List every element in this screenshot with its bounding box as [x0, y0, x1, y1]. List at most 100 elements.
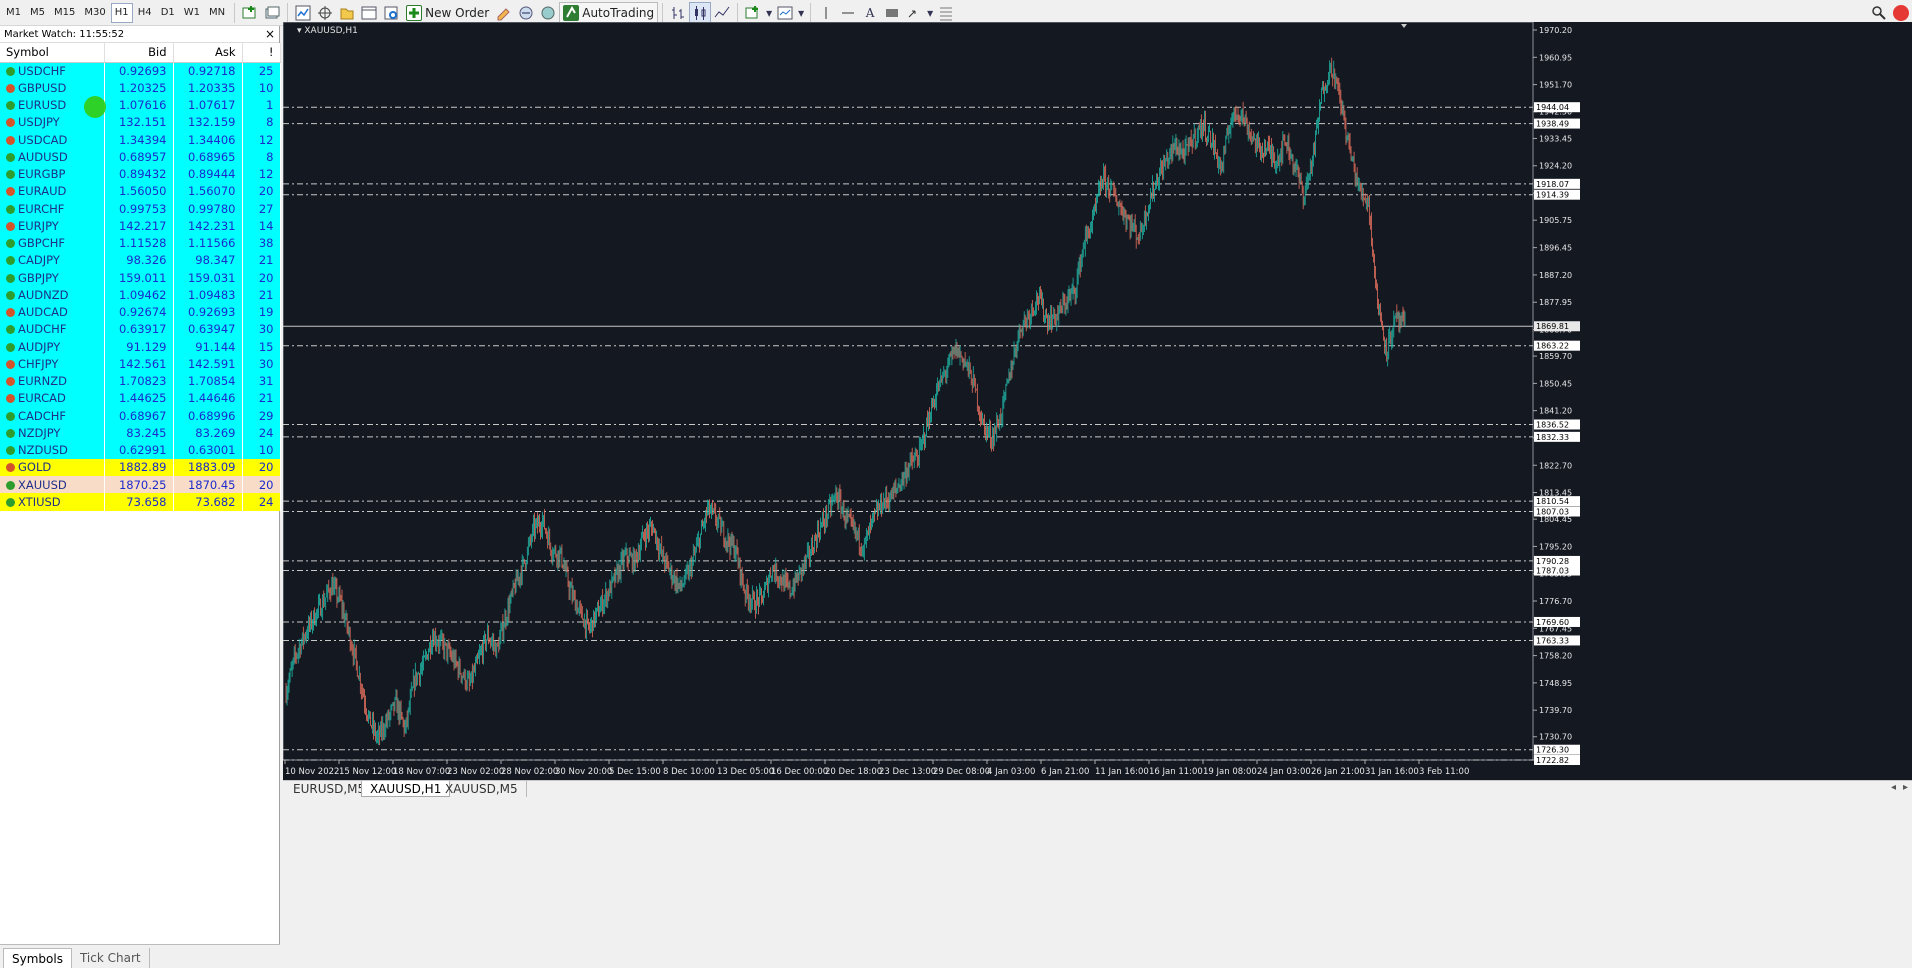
timeframe-mn[interactable]: MN: [205, 3, 229, 23]
symbol-row-usdchf[interactable]: USDCHF 0.92693 0.92718 25: [0, 62, 281, 80]
text-tool-icon[interactable]: A: [859, 2, 881, 24]
timeframe-h1[interactable]: H1: [110, 2, 133, 23]
symbol-row-audnzd[interactable]: AUDNZD 1.09462 1.09483 21: [0, 286, 281, 304]
symbol-row-chfjpy[interactable]: CHFJPY 142.561 142.591 30: [0, 355, 281, 373]
crosshair-icon[interactable]: [314, 2, 336, 24]
symbol-row-gold[interactable]: GOLD 1882.89 1883.09 20: [0, 458, 281, 476]
symbol-row-audcad[interactable]: AUDCAD 0.92674 0.92693 19: [0, 303, 281, 321]
price-chart[interactable]: ▾ XAUUSD,H1 1970.201960.951951.701942.501…: [283, 22, 1912, 780]
dropdown-arrow-icon[interactable]: ▾: [764, 2, 774, 24]
grid-icon[interactable]: [935, 2, 957, 24]
notifications-icon[interactable]: [1890, 2, 1912, 24]
text-label-icon[interactable]: [881, 2, 903, 24]
symbol-row-usdjpy[interactable]: USDJPY 132.151 132.159 8: [0, 113, 281, 131]
close-icon[interactable]: ×: [265, 27, 275, 41]
y-tick-label: 1841.20: [1539, 407, 1572, 416]
tab-chart-xauusd-m5[interactable]: XAUUSD,M5: [437, 781, 527, 797]
timeframe-group: M1 M5 M15 M30 H1 H4 D1 W1 MN: [2, 2, 230, 23]
navigator-icon[interactable]: [336, 2, 358, 24]
indicators-icon[interactable]: [742, 2, 764, 24]
price-up-icon: [6, 290, 15, 300]
price-down-icon: [6, 187, 15, 197]
symbol-row-xauusd[interactable]: XAUUSD 1870.25 1870.45 20: [0, 476, 281, 494]
bid-cell: 0.63917: [104, 320, 174, 338]
symbol-row-eurchf[interactable]: EURCHF 0.99753 0.99780 27: [0, 200, 281, 218]
search-icon[interactable]: [1868, 2, 1890, 24]
chart-window[interactable]: ▾ XAUUSD,H1 1970.20 1960.95 1951.70 1942.50 1…: [283, 22, 1912, 780]
symbol-cell: NZDUSD: [0, 441, 105, 459]
new-order-icon: [406, 4, 423, 21]
symbol-cell: AUDNZD: [0, 286, 105, 304]
ask-cell: 0.99780: [173, 200, 243, 218]
timeframe-m30[interactable]: M30: [80, 3, 109, 23]
tab-symbols[interactable]: Symbols: [3, 948, 72, 968]
symbol-row-gbpchf[interactable]: GBPCHF 1.11528 1.11566 38: [0, 234, 281, 252]
symbol-row-eurcad[interactable]: EURCAD 1.44625 1.44646 21: [0, 389, 281, 407]
market-watch-icon[interactable]: [292, 2, 314, 24]
chart-title: ▾ XAUUSD,H1: [297, 26, 358, 36]
symbol-row-eurgbp[interactable]: EURGBP 0.89432 0.89444 12: [0, 165, 281, 183]
market-icon[interactable]: [537, 2, 559, 24]
spread-cell: 21: [242, 286, 281, 304]
ask-cell: 0.68996: [173, 407, 243, 425]
column-header-spread[interactable]: !: [242, 43, 281, 63]
symbol-row-eurnzd[interactable]: EURNZD 1.70823 1.70854 31: [0, 372, 281, 390]
symbol-row-nzdjpy[interactable]: NZDJPY 83.245 83.269 24: [0, 424, 281, 442]
column-header-bid[interactable]: Bid: [104, 43, 174, 63]
terminal-icon[interactable]: [358, 2, 380, 24]
symbol-cell: EURCHF: [0, 200, 105, 218]
arrows-tool-icon[interactable]: [903, 2, 925, 24]
symbol-row-eurjpy[interactable]: EURJPY 142.217 142.231 14: [0, 217, 281, 235]
chart-shift-icon[interactable]: [1401, 24, 1407, 28]
timeframe-d1[interactable]: D1: [157, 3, 179, 23]
timeframe-m15[interactable]: M15: [50, 3, 79, 23]
strategy-tester-icon[interactable]: [380, 2, 402, 24]
symbol-row-nzdusd[interactable]: NZDUSD 0.62991 0.63001 10: [0, 441, 281, 459]
symbol-row-gbpusd[interactable]: GBPUSD 1.20325 1.20335 10: [0, 79, 281, 97]
periodicity-icon[interactable]: [774, 2, 796, 24]
spread-cell: 19: [242, 303, 281, 321]
symbol-row-audusd[interactable]: AUDUSD 0.68957 0.68965 8: [0, 148, 281, 166]
timeframe-h4[interactable]: H4: [134, 3, 156, 23]
line-chart-icon[interactable]: [711, 2, 733, 24]
scroll-left-icon[interactable]: ◂: [1891, 782, 1896, 793]
tab-tick-chart[interactable]: Tick Chart: [72, 948, 150, 968]
spread-cell: 10: [242, 79, 281, 97]
symbol-cell: EURGBP: [0, 165, 105, 183]
x-tick-label: 23 Nov 02:00: [447, 767, 504, 777]
symbol-name: GOLD: [18, 460, 52, 475]
symbol-row-usdcad[interactable]: USDCAD 1.34394 1.34406 12: [0, 131, 281, 149]
symbol-row-cadjpy[interactable]: CADJPY 98.326 98.347 21: [0, 251, 281, 269]
spread-cell: 27: [242, 200, 281, 218]
symbol-cell: EURNZD: [0, 372, 105, 390]
cursor-tool-icon[interactable]: [815, 2, 837, 24]
symbol-row-gbpjpy[interactable]: GBPJPY 159.011 159.031 20: [0, 269, 281, 287]
column-header-ask[interactable]: Ask: [173, 43, 243, 63]
symbol-row-xtiusd[interactable]: XTIUSD 73.658 73.682 24: [0, 493, 281, 511]
dropdown-arrow-icon[interactable]: ▾: [925, 2, 935, 24]
symbol-row-euraud[interactable]: EURAUD 1.56050 1.56070 20: [0, 182, 281, 200]
symbol-row-audchf[interactable]: AUDCHF 0.63917 0.63947 30: [0, 320, 281, 338]
new-chart-icon[interactable]: [239, 2, 261, 24]
signals-icon[interactable]: [515, 2, 537, 24]
timeframe-m1[interactable]: M1: [2, 3, 25, 23]
scroll-right-icon[interactable]: ▸: [1903, 782, 1908, 793]
symbol-row-audjpy[interactable]: AUDJPY 91.129 91.144 15: [0, 338, 281, 356]
profiles-icon[interactable]: [261, 2, 283, 24]
candlestick-icon[interactable]: [689, 1, 712, 24]
timeframe-w1[interactable]: W1: [180, 3, 204, 23]
column-header-symbol[interactable]: Symbol: [0, 43, 105, 63]
metaeditor-icon[interactable]: [493, 2, 515, 24]
autotrading-button[interactable]: AutoTrading: [559, 1, 659, 24]
bar-chart-icon[interactable]: [667, 2, 689, 24]
bid-cell: 1.09462: [104, 286, 174, 304]
timeframe-m5[interactable]: M5: [26, 3, 49, 23]
dropdown-arrow-icon[interactable]: ▾: [796, 2, 806, 24]
symbol-row-eurusd[interactable]: EURUSD 1.07616 1.07617 1: [0, 96, 281, 114]
ask-cell: 1.11566: [173, 234, 243, 252]
horizontal-line-icon[interactable]: [837, 2, 859, 24]
symbol-row-cadchf[interactable]: CADCHF 0.68967 0.68996 29: [0, 407, 281, 425]
new-order-button[interactable]: New Order: [402, 2, 493, 24]
symbol-name: GBPUSD: [18, 80, 67, 95]
x-tick-label: 31 Jan 16:00: [1365, 767, 1419, 777]
